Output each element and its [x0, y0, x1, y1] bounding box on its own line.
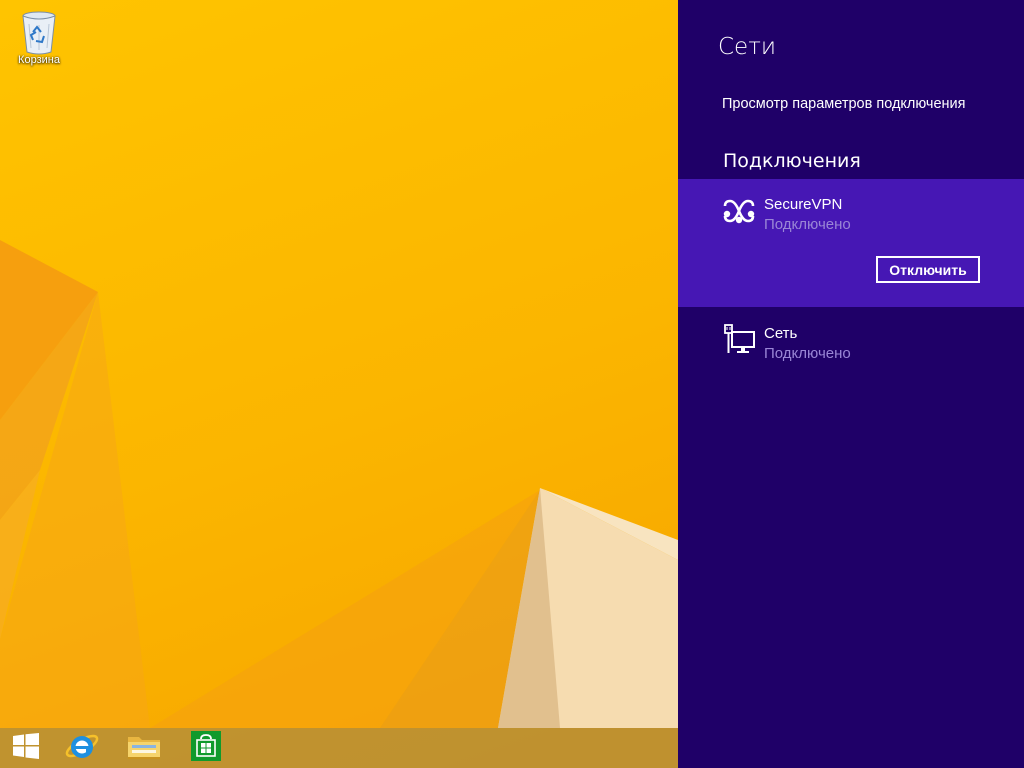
connection-name: Сеть — [764, 325, 798, 342]
connection-item-network[interactable]: Сеть Подключено — [678, 312, 1024, 372]
desktop-icon-recycle-bin[interactable]: Корзина — [8, 6, 70, 66]
wired-network-icon — [722, 324, 756, 358]
disconnect-button[interactable]: Отключить — [876, 256, 980, 283]
file-explorer-icon — [127, 731, 161, 765]
connections-heading: Подключения — [723, 150, 861, 172]
vpn-icon — [722, 198, 756, 228]
start-button[interactable] — [0, 728, 52, 768]
connection-status: Подключено — [764, 216, 851, 233]
desktop-wallpaper — [0, 0, 678, 768]
screen: Корзина Сети Просмотр параметров подключ… — [0, 0, 1024, 768]
panel-title: Сети — [718, 34, 776, 60]
taskbar-internet-explorer[interactable] — [56, 728, 108, 768]
taskbar-store[interactable] — [180, 728, 232, 768]
connection-status: Подключено — [764, 345, 851, 362]
connection-name: SecureVPN — [764, 196, 843, 213]
recycle-bin-label: Корзина — [18, 54, 60, 66]
wallpaper-shapes — [0, 240, 678, 728]
taskbar-file-explorer[interactable] — [118, 728, 170, 768]
recycle-bin-icon — [19, 6, 59, 56]
windows-logo-icon — [13, 733, 39, 763]
store-icon — [191, 731, 221, 765]
internet-explorer-icon — [65, 729, 99, 767]
view-connection-settings-link[interactable]: Просмотр параметров подключения — [722, 96, 966, 112]
taskbar — [0, 728, 678, 768]
networks-charm-panel: Сети Просмотр параметров подключения Под… — [678, 0, 1024, 768]
connection-item-securevpn[interactable]: SecureVPN Подключено Отключить — [678, 179, 1024, 307]
